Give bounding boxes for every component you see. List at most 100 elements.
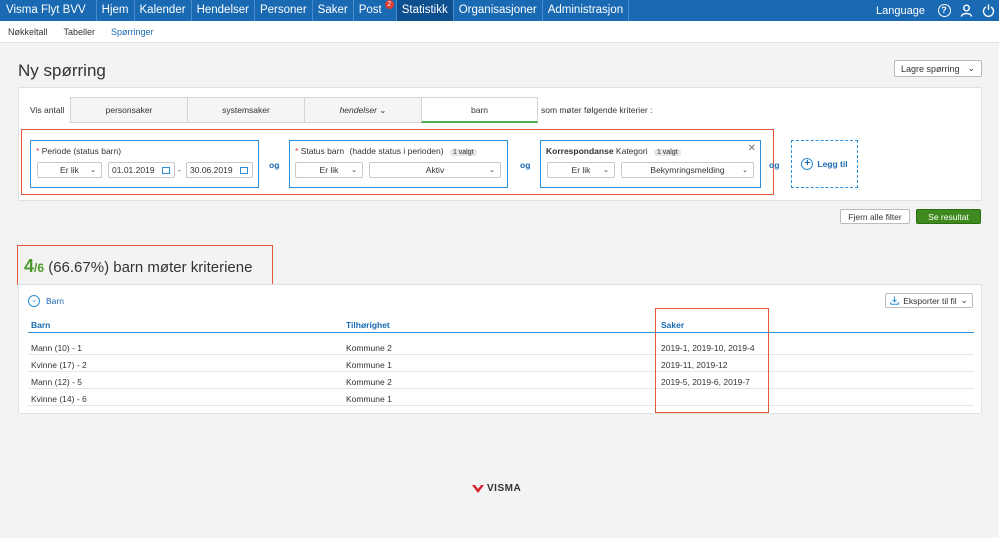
operator-value: Er lik [571, 165, 591, 175]
criterion-title-bold: Korrespondanse [546, 146, 614, 156]
operator-value: Er lik [319, 165, 339, 175]
column-header-barn[interactable]: Barn [31, 320, 50, 330]
calendar-icon[interactable] [161, 166, 170, 174]
tab-hendelser-label: hendelser [339, 105, 377, 115]
status-value: Aktiv [425, 165, 445, 175]
criterion-status-barn: * Status barn (hadde status i perioden) … [289, 140, 508, 188]
highlight-frame-saker [655, 308, 769, 413]
plus-icon: + [801, 158, 814, 170]
post-badge: 2 [384, 0, 394, 9]
nav-item-saker[interactable]: Saker [313, 0, 354, 21]
chevron-down-icon: ⌄ [351, 167, 357, 174]
add-criterion-button[interactable]: + Legg til [791, 140, 858, 188]
required-marker: * [295, 146, 299, 156]
nav-item-hjem[interactable]: Hjem [97, 0, 135, 21]
tab-barn[interactable]: barn [421, 97, 538, 123]
nav-item-kalender[interactable]: Kalender [135, 0, 192, 21]
match-count: 4 [24, 256, 35, 276]
chevron-down-icon: ⌄ [603, 167, 609, 174]
category-value-select[interactable]: Bekymringsmelding ⌄ [621, 162, 754, 178]
criterion-title: * Status barn (hadde status i perioden) … [295, 146, 477, 156]
show-result-button[interactable]: Se resultat [916, 209, 981, 224]
nav-item-post[interactable]: Post 2 [354, 0, 397, 21]
cell-tilhorighet: Kommune 1 [346, 360, 392, 370]
language-menu[interactable]: Language [868, 5, 933, 17]
criterion-title-text: Kategori [615, 146, 648, 156]
chevron-down-circle-icon: ⌄ [28, 295, 40, 307]
connector-og: og [769, 160, 780, 170]
date-to-value: 30.06.2019 [190, 165, 233, 175]
criterion-subtitle: (hadde status i perioden) [349, 146, 444, 156]
result-summary: 4/6 (66.67%) barn møter kriteriene [24, 256, 252, 277]
criterion-periode: * Periode (status barn) Er lik ⌄ 01.01.2… [30, 140, 259, 188]
calendar-icon[interactable] [239, 166, 248, 174]
required-marker: * [36, 146, 40, 156]
group-label: Barn [46, 296, 64, 306]
total-count: /6 [34, 261, 45, 275]
visma-logo-mark [472, 484, 484, 493]
operator-select[interactable]: Er lik ⌄ [547, 162, 615, 178]
criteria-suffix: som møter følgende kriterier : [541, 105, 653, 115]
add-criterion-label: Legg til [817, 159, 848, 169]
top-navigation: Visma Flyt BVV Hjem Kalender Hendelser P… [0, 0, 999, 21]
table-row: Mann (10) - 1 Kommune 2 2019-1, 2019-10,… [28, 338, 974, 355]
chevron-down-icon: ⌄ [379, 104, 387, 115]
criterion-title: * Periode (status barn) [36, 146, 121, 156]
help-icon[interactable]: ? [933, 0, 955, 21]
operator-select[interactable]: Er lik ⌄ [295, 162, 363, 178]
nav-item-personer[interactable]: Personer [255, 0, 313, 21]
summary-text: (66.67%) barn møter kriteriene [48, 259, 253, 276]
criterion-korrespondanse: Korrespondanse Kategori 1 valgt ✕ Er lik… [540, 140, 761, 188]
sub-navigation: Nøkkeltall Tabeller Spørringer [0, 21, 999, 43]
nav-item-organisasjoner[interactable]: Organisasjoner [454, 0, 543, 21]
tab-nokkeltall[interactable]: Nøkkeltall [0, 27, 56, 37]
cell-tilhorighet: Kommune 1 [346, 394, 392, 404]
cell-tilhorighet: Kommune 2 [346, 343, 392, 353]
operator-select[interactable]: Er lik ⌄ [37, 162, 102, 178]
nav-item-statistikk[interactable]: Statistikk [396, 0, 454, 21]
nav-item-hendelser[interactable]: Hendelser [192, 0, 255, 21]
type-tabs: personsaker systemsaker hendelser ⌄ barn [70, 97, 538, 123]
results-panel: ⌄ Barn Eksporter til fil ⌄ Barn Tilhørig… [18, 284, 982, 414]
user-icon[interactable] [955, 0, 977, 21]
connector-og: og [520, 160, 531, 170]
cell-barn: Mann (12) - 5 [31, 377, 83, 387]
power-icon[interactable] [977, 0, 999, 21]
operator-value: Er lik [60, 165, 79, 175]
save-query-button[interactable]: Lagre spørring ⌄ [894, 60, 982, 77]
date-from-input[interactable]: 01.01.2019 [108, 162, 175, 178]
chevron-down-icon: ⌄ [960, 295, 968, 305]
tab-systemsaker[interactable]: systemsaker [187, 97, 304, 123]
status-value-select[interactable]: Aktiv ⌄ [369, 162, 501, 178]
table-row: Kvinne (14) - 6 Kommune 1 [28, 389, 974, 406]
date-to-input[interactable]: 30.06.2019 [186, 162, 253, 178]
chevron-down-icon: ⌄ [742, 167, 748, 174]
save-query-label: Lagre spørring [900, 63, 960, 74]
column-header-tilhorighet[interactable]: Tilhørighet [346, 320, 390, 330]
criterion-title-text: Status barn [300, 146, 345, 156]
selected-count-pill: 1 valgt [653, 149, 681, 156]
cell-tilhorighet: Kommune 2 [346, 377, 392, 387]
visma-logo-text: VISMA [487, 483, 522, 494]
nav-item-administrasjon[interactable]: Administrasjon [543, 0, 630, 21]
group-toggle-barn[interactable]: ⌄ Barn [28, 295, 64, 307]
tab-tabeller[interactable]: Tabeller [56, 27, 104, 37]
app-brand[interactable]: Visma Flyt BVV [0, 0, 97, 21]
page-title: Ny spørring [18, 61, 106, 80]
export-button[interactable]: Eksporter til fil ⌄ [885, 293, 973, 308]
chevron-down-icon: ⌄ [967, 63, 976, 73]
visma-logo: VISMA [472, 483, 521, 494]
clear-filters-button[interactable]: Fjern alle filter [840, 209, 910, 224]
tab-personsaker[interactable]: personsaker [70, 97, 187, 123]
tab-sporringer[interactable]: Spørringer [103, 27, 162, 37]
table-row: Kvinne (17) - 2 Kommune 1 2019-11, 2019-… [28, 355, 974, 372]
connector-og: og [269, 160, 280, 170]
cell-barn: Kvinne (14) - 6 [31, 394, 87, 404]
criterion-title: Korrespondanse Kategori 1 valgt [546, 146, 681, 156]
close-icon[interactable]: ✕ [748, 143, 756, 154]
query-panel: Vis antall personsaker systemsaker hende… [18, 87, 982, 201]
criterion-title-text: Periode (status barn) [41, 146, 122, 156]
cell-barn: Kvinne (17) - 2 [31, 360, 87, 370]
tab-hendelser[interactable]: hendelser ⌄ [304, 97, 421, 123]
selected-count-pill: 1 valgt [449, 149, 477, 156]
